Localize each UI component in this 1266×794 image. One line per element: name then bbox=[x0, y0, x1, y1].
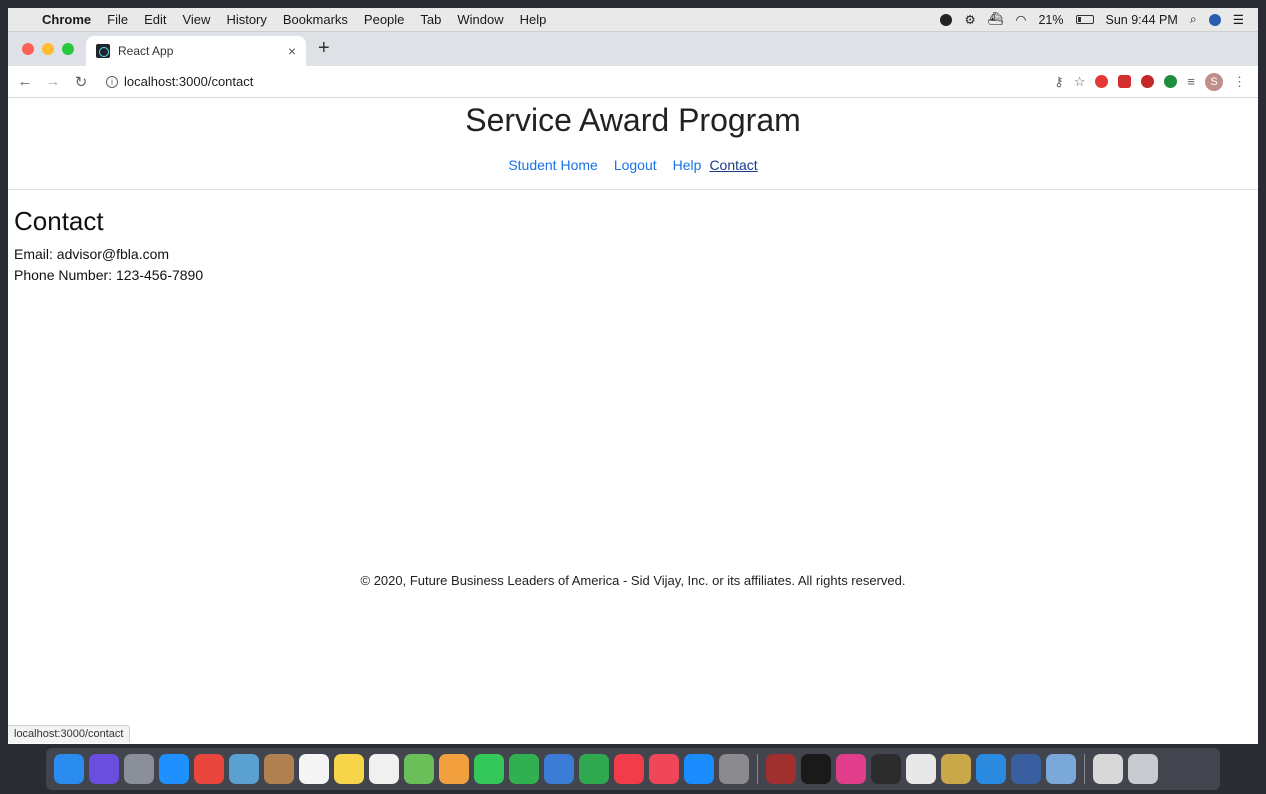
chrome-icon[interactable] bbox=[194, 754, 224, 784]
clock[interactable]: Sun 9:44 PM bbox=[1106, 13, 1178, 27]
photos-icon[interactable] bbox=[439, 754, 469, 784]
tab-close-icon[interactable]: × bbox=[288, 43, 296, 59]
header-divider bbox=[8, 189, 1258, 190]
finder-icon[interactable] bbox=[54, 754, 84, 784]
page-viewport: Service Award Program Student Home Logou… bbox=[8, 98, 1258, 744]
quicktime-icon[interactable] bbox=[1011, 754, 1041, 784]
calendar-icon[interactable] bbox=[299, 754, 329, 784]
macos-dock bbox=[46, 748, 1220, 790]
contact-phone: Phone Number: 123-456-7890 bbox=[14, 267, 204, 283]
vscode-icon[interactable] bbox=[976, 754, 1006, 784]
adblock-plus-icon[interactable] bbox=[1095, 75, 1109, 88]
maps-icon[interactable] bbox=[404, 754, 434, 784]
menu-help[interactable]: Help bbox=[512, 12, 555, 27]
new-tab-button[interactable]: + bbox=[306, 37, 342, 66]
menu-people[interactable]: People bbox=[356, 12, 412, 27]
address-bar[interactable]: i localhost:3000/contact bbox=[100, 69, 1054, 95]
desktop: Chrome File Edit View History Bookmarks … bbox=[0, 0, 1266, 794]
extension-red-icon[interactable] bbox=[1118, 75, 1132, 88]
battery-percent[interactable]: 21% bbox=[1038, 13, 1063, 27]
activity-monitor-icon[interactable] bbox=[871, 754, 901, 784]
site-title: Service Award Program bbox=[465, 102, 801, 138]
system-preferences-icon[interactable] bbox=[719, 754, 749, 784]
status-tray-icon[interactable] bbox=[940, 13, 953, 26]
site-nav: Student Home Logout Help Contact bbox=[8, 157, 1258, 173]
nav-logout[interactable]: Logout bbox=[606, 157, 665, 173]
preview-icon[interactable] bbox=[1046, 754, 1076, 784]
dock-separator bbox=[757, 754, 758, 784]
intellij-icon[interactable] bbox=[836, 754, 866, 784]
reload-icon[interactable]: ↻ bbox=[70, 73, 92, 91]
finder-window-icon[interactable] bbox=[1093, 754, 1123, 784]
docker-icon[interactable]: ⛴ bbox=[988, 12, 1004, 27]
numbers-icon[interactable] bbox=[579, 754, 609, 784]
footer-copyright: © 2020, Future Business Leaders of Ameri… bbox=[360, 573, 906, 588]
adblock-icon[interactable] bbox=[1141, 75, 1155, 88]
contact-heading: Contact bbox=[14, 206, 104, 236]
forward-icon[interactable]: → bbox=[42, 73, 64, 90]
battery-icon[interactable] bbox=[1075, 15, 1094, 24]
window-controls bbox=[8, 43, 86, 66]
news-icon[interactable] bbox=[614, 754, 644, 784]
nav-help[interactable]: Help bbox=[665, 157, 710, 173]
menu-edit[interactable]: Edit bbox=[136, 12, 174, 27]
dock-separator bbox=[1084, 754, 1085, 784]
terminal-icon[interactable] bbox=[801, 754, 831, 784]
launchpad-icon[interactable] bbox=[124, 754, 154, 784]
contact-email: Email: advisor@fbla.com bbox=[14, 246, 170, 262]
tray-extension-icon[interactable]: ⚙ bbox=[964, 12, 975, 27]
keynote-icon[interactable] bbox=[544, 754, 574, 784]
notes-icon[interactable] bbox=[334, 754, 364, 784]
tab-react-app[interactable]: React App × bbox=[86, 36, 306, 66]
address-url[interactable]: localhost:3000/contact bbox=[124, 74, 253, 89]
safari-icon[interactable] bbox=[159, 754, 189, 784]
react-favicon-icon bbox=[96, 44, 110, 58]
menu-file[interactable]: File bbox=[99, 12, 136, 27]
textedit-icon[interactable] bbox=[906, 754, 936, 784]
app-menu-chrome[interactable]: Chrome bbox=[34, 12, 99, 27]
siri-icon[interactable] bbox=[89, 754, 119, 784]
minimize-window-icon[interactable] bbox=[42, 43, 54, 55]
music-icon[interactable] bbox=[649, 754, 679, 784]
key-icon[interactable]: ⚷ bbox=[1054, 74, 1064, 90]
chrome-tabstrip: React App × + bbox=[8, 32, 1258, 66]
fullscreen-window-icon[interactable] bbox=[62, 43, 74, 55]
keychain-icon[interactable] bbox=[941, 754, 971, 784]
siri-menubar-icon[interactable] bbox=[1208, 13, 1221, 26]
notification-center-icon[interactable]: ☰ bbox=[1233, 12, 1244, 27]
close-window-icon[interactable] bbox=[22, 43, 34, 55]
menu-window[interactable]: Window bbox=[449, 12, 511, 27]
site-info-icon[interactable]: i bbox=[106, 75, 118, 88]
spotlight-icon[interactable]: ⌕ bbox=[1190, 12, 1197, 27]
menu-tab[interactable]: Tab bbox=[412, 12, 449, 27]
menu-view[interactable]: View bbox=[174, 12, 218, 27]
chrome-menu-icon[interactable]: ⋮ bbox=[1233, 74, 1246, 90]
bookmark-star-icon[interactable]: ☆ bbox=[1074, 74, 1086, 90]
facetime-icon[interactable] bbox=[509, 754, 539, 784]
link-status-bar: localhost:3000/contact bbox=[8, 725, 131, 743]
profile-avatar[interactable]: S bbox=[1205, 72, 1223, 91]
menu-bookmarks[interactable]: Bookmarks bbox=[275, 12, 356, 27]
menu-history[interactable]: History bbox=[218, 12, 274, 27]
back-icon[interactable]: ← bbox=[14, 73, 36, 90]
trash-icon[interactable] bbox=[1128, 754, 1158, 784]
reminders-icon[interactable] bbox=[369, 754, 399, 784]
nav-student-home[interactable]: Student Home bbox=[500, 157, 606, 173]
extension-green-icon[interactable] bbox=[1164, 75, 1178, 88]
nav-contact[interactable]: Contact bbox=[709, 157, 765, 173]
photos-app-icon[interactable] bbox=[229, 754, 259, 784]
app-store-icon[interactable] bbox=[684, 754, 714, 784]
tab-title: React App bbox=[118, 44, 174, 58]
macos-menubar: Chrome File Edit View History Bookmarks … bbox=[8, 8, 1258, 32]
media-queue-icon[interactable]: ≡ bbox=[1187, 74, 1195, 89]
contacts-icon[interactable] bbox=[264, 754, 294, 784]
wifi-icon[interactable]: ◠ bbox=[1016, 12, 1027, 27]
chrome-toolbar: ← → ↻ i localhost:3000/contact ⚷ ☆ ≡ S ⋮ bbox=[8, 66, 1258, 98]
dictionary-icon[interactable] bbox=[766, 754, 796, 784]
messages-icon[interactable] bbox=[474, 754, 504, 784]
